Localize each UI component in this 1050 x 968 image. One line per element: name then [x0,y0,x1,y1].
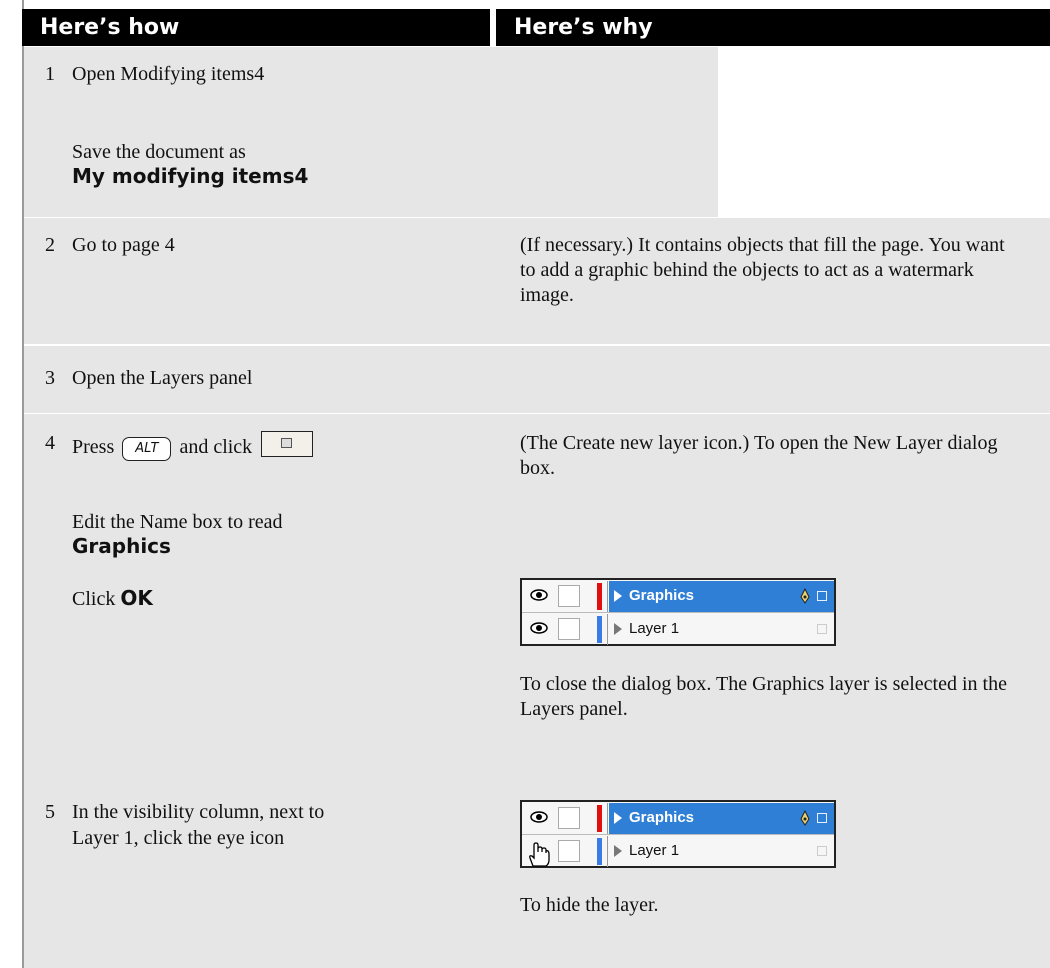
table-header: Here’s how Here’s why [22,0,1050,46]
layer-item-selected: Graphics [609,803,834,834]
layer-row: Graphics [522,581,834,612]
step-number: 2 [45,234,55,256]
selection-square [817,813,827,823]
step-how: Edit the Name box to read [72,511,283,533]
step-band-1-why-white [718,47,1050,217]
divider [607,803,608,834]
step-how: and click [179,436,253,458]
pen-icon [800,810,810,826]
expand-triangle-icon [614,845,622,857]
new-layer-icon [261,431,314,457]
expand-triangle-icon [614,590,622,602]
step-how: Open the Layers panel [72,367,253,389]
layer-name: Graphics [629,587,695,604]
step-why: (If necessary.) It contains objects that… [520,234,1005,306]
layer-color-bar [597,838,602,865]
step-how: Layer 1, click the eye icon [72,827,285,849]
alt-key: ALT [122,437,172,461]
layer-color-bar [597,583,602,610]
layers-panel-screenshot: Graphics Layer 1 [520,800,836,868]
layer-name: Layer 1 [629,842,680,859]
step-how-bold: Graphics [72,534,171,558]
selection-square [817,591,827,601]
eye-icon [530,589,548,601]
layer-name: Layer 1 [629,620,680,637]
step-how: Open Modifying items4 [72,63,265,85]
step-why: (The Create new layer icon.) To open the… [520,432,998,479]
lock-toggle [558,807,580,829]
step-why: To close the dialog box. The Graphics la… [520,673,1007,720]
layer-item-selected: Graphics [609,581,834,612]
step-how: Click [72,588,116,610]
expand-triangle-icon [614,623,622,635]
document-page: Here’s how Here’s why 1 Open Modifying i… [0,0,1050,968]
step-how: Save the document as [72,141,246,163]
step-how-bold: My modifying items4 [72,164,309,188]
lock-toggle [558,618,580,640]
step-how: Press [72,436,115,458]
layer-color-bar [597,616,602,643]
divider [607,836,608,867]
layer-color-bar [597,805,602,832]
step-number: 1 [45,63,55,85]
step-number: 4 [45,432,55,454]
left-rule [22,0,24,968]
step-why: To hide the layer. [520,894,659,916]
divider [522,612,834,613]
lock-toggle [558,585,580,607]
step-how-bold: OK [120,586,153,610]
header-how: Here’s how [22,9,490,46]
eye-icon [530,811,548,823]
layer-name: Graphics [629,809,695,826]
hand-cursor-icon [529,842,550,867]
layer-row: Graphics [522,803,834,834]
layers-panel-screenshot: Graphics Layer 1 [520,578,836,646]
pen-icon [800,588,810,604]
step-how: In the visibility column, next to [72,801,325,823]
layer-item: Layer 1 [609,836,834,867]
lock-toggle [558,840,580,862]
step-how-line: Press ALT and click [72,431,314,461]
layer-row: Layer 1 [522,614,834,645]
step-number: 3 [45,367,55,389]
step-how-line: Click OK [72,586,153,611]
divider [607,581,608,612]
layer-row: Layer 1 [522,836,834,867]
layer-item: Layer 1 [609,614,834,645]
step-number: 5 [45,801,55,823]
expand-triangle-icon [614,812,622,824]
selection-square [817,846,827,856]
selection-square [817,624,827,634]
header-why: Here’s why [496,9,1050,46]
step-how: Go to page 4 [72,234,175,256]
eye-icon [530,622,548,634]
divider [522,834,834,835]
divider [607,614,608,645]
